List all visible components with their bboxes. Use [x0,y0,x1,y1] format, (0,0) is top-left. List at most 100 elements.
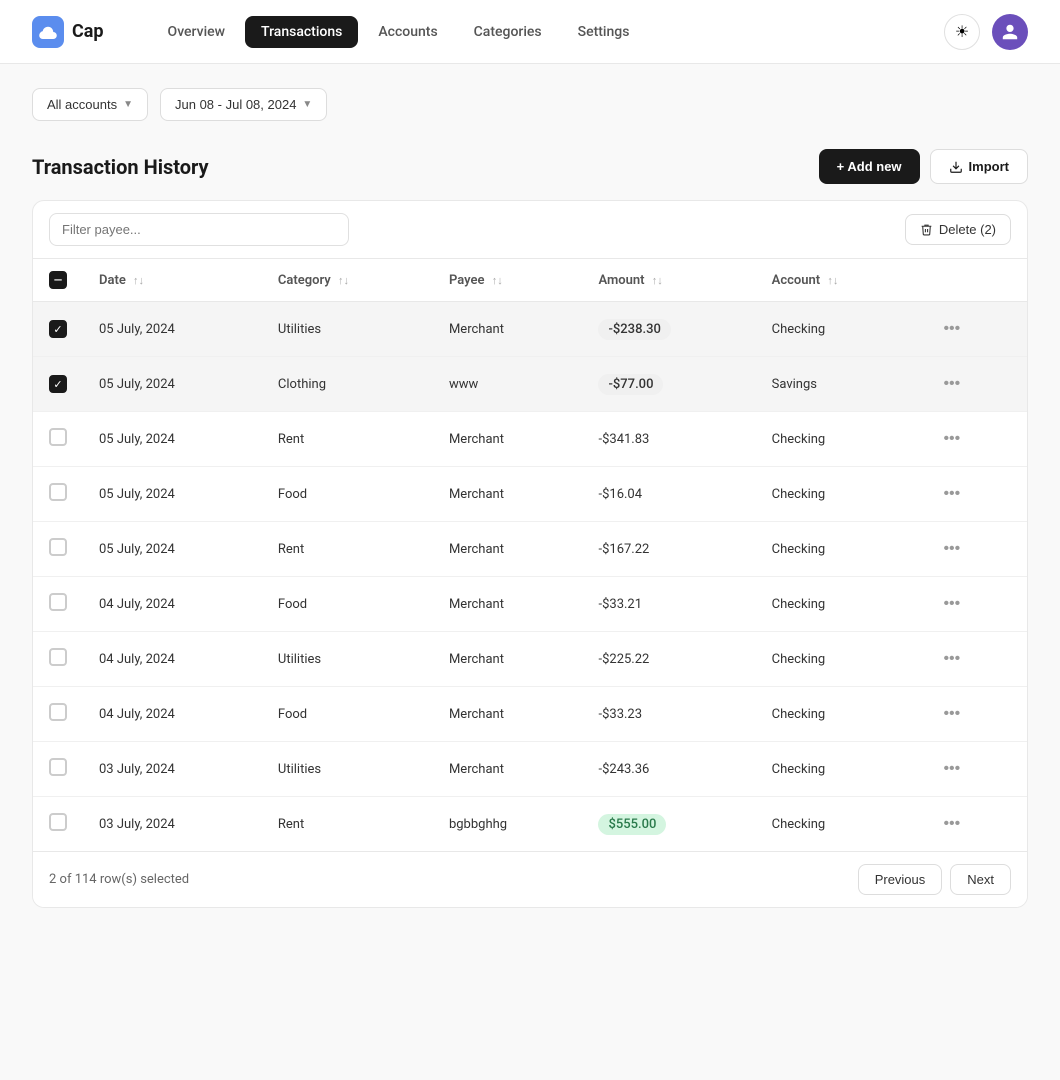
row-amount: -$225.22 [582,632,755,687]
nav-categories[interactable]: Categories [458,16,558,48]
row-checkbox-cell[interactable] [33,412,83,467]
row-amount: -$238.30 [582,302,755,357]
nav-settings[interactable]: Settings [562,16,646,48]
row-checkbox[interactable] [49,483,67,501]
row-more-button[interactable]: ••• [935,536,968,562]
table-row: 05 July, 2024FoodMerchant-$16.04Checking… [33,467,1027,522]
row-checkbox[interactable] [49,813,67,831]
delete-button[interactable]: Delete (2) [905,214,1011,245]
account-filter-label: All accounts [47,97,117,112]
filter-payee-input[interactable] [49,213,349,246]
transaction-table-container: Delete (2) — Date ↑↓ Category [32,200,1028,908]
column-category[interactable]: Category ↑↓ [262,259,433,302]
row-checkbox-cell[interactable] [33,467,83,522]
row-more-button[interactable]: ••• [935,591,968,617]
avatar[interactable] [992,14,1028,50]
theme-toggle-button[interactable]: ☀ [944,14,980,50]
row-date: 05 July, 2024 [83,467,262,522]
column-date[interactable]: Date ↑↓ [83,259,262,302]
previous-page-button[interactable]: Previous [858,864,943,895]
import-button-label: Import [969,159,1009,174]
select-all-checkbox[interactable]: — [49,271,67,289]
row-checkbox[interactable] [49,428,67,446]
row-more-cell[interactable]: ••• [919,687,1027,742]
row-more-button[interactable]: ••• [935,426,968,452]
rows-selected-text: 2 of 114 row(s) selected [49,872,189,887]
row-more-button[interactable]: ••• [935,481,968,507]
row-amount: -$167.22 [582,522,755,577]
check-mark-icon: ✓ [53,379,62,390]
row-payee: Merchant [433,467,583,522]
row-more-button[interactable]: ••• [935,756,968,782]
row-checkbox-cell[interactable] [33,577,83,632]
row-more-button[interactable]: ••• [935,701,968,727]
column-payee[interactable]: Payee ↑↓ [433,259,583,302]
table-row: 05 July, 2024RentMerchant-$167.22Checkin… [33,522,1027,577]
row-date: 05 July, 2024 [83,412,262,467]
row-more-button[interactable]: ••• [935,646,968,672]
table-row: 04 July, 2024FoodMerchant-$33.21Checking… [33,577,1027,632]
row-checkbox[interactable] [49,703,67,721]
filters-row: All accounts ▼ Jun 08 - Jul 08, 2024 ▼ [32,88,1028,121]
row-checkbox-cell[interactable]: ✓ [33,302,83,357]
row-more-cell[interactable]: ••• [919,412,1027,467]
row-date: 05 July, 2024 [83,302,262,357]
table-toolbar: Delete (2) [33,201,1027,259]
delete-button-label: Delete (2) [939,222,996,237]
table-row: 03 July, 2024Rentbgbbghhg$555.00Checking… [33,797,1027,852]
date-range-filter-button[interactable]: Jun 08 - Jul 08, 2024 ▼ [160,88,327,121]
row-more-cell[interactable]: ••• [919,357,1027,412]
logo: Cap [32,16,104,48]
row-checkbox[interactable]: ✓ [49,320,67,338]
nav-overview[interactable]: Overview [152,16,241,48]
row-category: Food [262,467,433,522]
row-checkbox-cell[interactable] [33,522,83,577]
date-range-filter-label: Jun 08 - Jul 08, 2024 [175,97,296,112]
row-checkbox[interactable]: ✓ [49,375,67,393]
row-amount: -$243.36 [582,742,755,797]
nav-transactions[interactable]: Transactions [245,16,358,48]
select-all-header[interactable]: — [33,259,83,302]
row-more-cell[interactable]: ••• [919,302,1027,357]
row-checkbox[interactable] [49,538,67,556]
table-body: ✓05 July, 2024UtilitiesMerchant-$238.30C… [33,302,1027,852]
row-checkbox-cell[interactable] [33,632,83,687]
header: Cap Overview Transactions Accounts Categ… [0,0,1060,64]
row-date: 04 July, 2024 [83,577,262,632]
column-amount[interactable]: Amount ↑↓ [582,259,755,302]
add-new-button[interactable]: + Add new [819,149,920,184]
column-amount-label: Amount [598,273,644,288]
transactions-table: — Date ↑↓ Category ↑↓ Payee ↑↓ [33,259,1027,851]
row-more-button[interactable]: ••• [935,316,968,342]
row-more-cell[interactable]: ••• [919,632,1027,687]
section-actions: + Add new Import [819,149,1028,184]
table-row: 04 July, 2024FoodMerchant-$33.23Checking… [33,687,1027,742]
row-category: Utilities [262,632,433,687]
row-checkbox[interactable] [49,648,67,666]
table-row: ✓05 July, 2024UtilitiesMerchant-$238.30C… [33,302,1027,357]
row-more-button[interactable]: ••• [935,371,968,397]
nav-accounts[interactable]: Accounts [362,16,453,48]
row-more-cell[interactable]: ••• [919,797,1027,852]
next-page-button[interactable]: Next [950,864,1011,895]
account-filter-button[interactable]: All accounts ▼ [32,88,148,121]
row-more-cell[interactable]: ••• [919,577,1027,632]
import-button[interactable]: Import [930,149,1028,184]
row-checkbox[interactable] [49,758,67,776]
row-checkbox-cell[interactable] [33,797,83,852]
check-mark-icon: ✓ [53,324,62,335]
row-more-cell[interactable]: ••• [919,742,1027,797]
row-date: 04 July, 2024 [83,687,262,742]
row-checkbox-cell[interactable]: ✓ [33,357,83,412]
row-checkbox[interactable] [49,593,67,611]
row-checkbox-cell[interactable] [33,687,83,742]
row-more-cell[interactable]: ••• [919,467,1027,522]
column-account-label: Account [772,273,820,288]
row-more-cell[interactable]: ••• [919,522,1027,577]
row-amount: -$16.04 [582,467,755,522]
row-checkbox-cell[interactable] [33,742,83,797]
column-account[interactable]: Account ↑↓ [756,259,920,302]
row-more-button[interactable]: ••• [935,811,968,837]
amount-sort-icon: ↑↓ [652,274,663,287]
row-amount: -$33.21 [582,577,755,632]
